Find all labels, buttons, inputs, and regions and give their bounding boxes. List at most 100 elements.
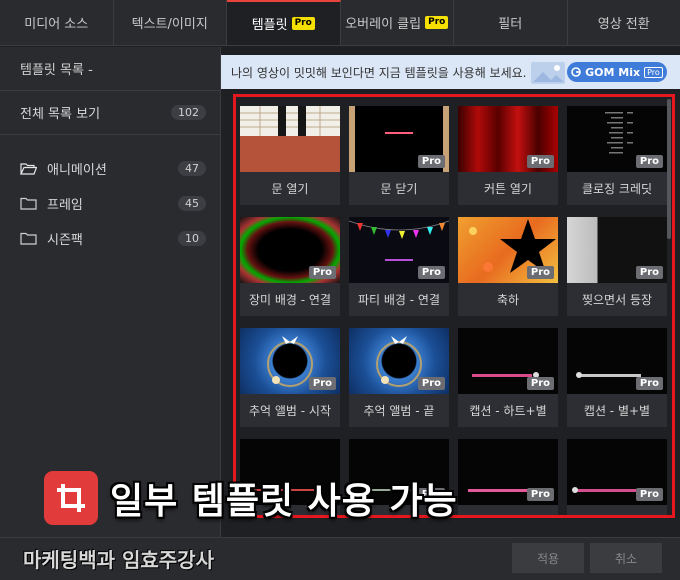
- template-thumbnail: [240, 106, 340, 172]
- template-card[interactable]: Pro 추억 앨범 - 시작: [240, 328, 340, 427]
- watermark-text: 마케팅백과 임효주강사: [23, 548, 214, 572]
- tab-label: 오버레이 클립: [345, 17, 422, 32]
- template-label: 축하: [496, 293, 520, 307]
- template-card[interactable]: Pro 파티 배경 - 연결: [349, 217, 449, 316]
- template-label: 찢으면서 등장: [581, 293, 653, 307]
- banner-text: 나의 영상이 밋밋해 보인다면 지금 템플릿을 사용해 보세요.: [231, 65, 527, 80]
- pro-badge: Pro: [635, 377, 663, 390]
- pro-badge: Pro: [526, 377, 554, 390]
- sidebar-item-label: 애니메이션: [47, 163, 107, 178]
- count-badge: 45: [178, 196, 206, 211]
- sidebar-item-label: 시즌팩: [47, 233, 83, 248]
- template-thumbnail: Pro: [458, 328, 558, 394]
- count-badge: 47: [178, 161, 206, 176]
- pro-badge: Pro: [417, 266, 445, 279]
- banner-button-label: GOM Mix: [585, 65, 641, 79]
- promo-banner[interactable]: 나의 영상이 밋밋해 보인다면 지금 템플릿을 사용해 보세요. GOM Mix…: [221, 55, 680, 89]
- grid-scrollbar[interactable]: [667, 99, 671, 239]
- tab-overlay-clip[interactable]: 오버레이 클립 Pro: [341, 0, 454, 45]
- template-label: 문 닫기: [380, 182, 418, 196]
- door-thumb-art: [240, 106, 340, 172]
- pro-badge: Pro: [308, 377, 336, 390]
- pro-badge: Pro: [635, 488, 663, 501]
- template-label: 추억 앨범 - 시작: [248, 404, 331, 418]
- template-label: 클로징 크레딧: [581, 182, 653, 196]
- template-card[interactable]: Pro 캡션 - 하트 별: [567, 439, 667, 515]
- template-label: 장미 배경 - 연결: [248, 293, 331, 307]
- tab-label: 템플릿: [251, 18, 288, 33]
- template-card[interactable]: Pro 커튼 열기: [458, 106, 558, 205]
- template-thumbnail: Pro: [567, 328, 667, 394]
- template-card[interactable]: Pro 캡션 - 노란 꽃: [458, 439, 558, 515]
- template-card[interactable]: Pro 캡션 - 하트+별: [458, 328, 558, 427]
- template-label: 캡션 - 하트 별: [567, 505, 667, 515]
- apply-button[interactable]: 적용: [512, 543, 584, 573]
- template-label: 문 열기: [271, 182, 309, 196]
- tab-label: 텍스트/이미지: [131, 17, 208, 32]
- template-thumbnail: Pro: [349, 328, 449, 394]
- template-thumbnail: Pro: [567, 217, 667, 283]
- folder-open-icon: [20, 163, 37, 175]
- folder-icon: [20, 232, 37, 245]
- sidebar-item-season-pack[interactable]: 시즌팩 10: [0, 221, 220, 256]
- template-thumbnail: Pro: [567, 106, 667, 172]
- template-label: 캡션 - 노란 꽃: [458, 505, 558, 515]
- template-thumbnail: Pro: [458, 106, 558, 172]
- template-card[interactable]: Pro 축하: [458, 217, 558, 316]
- template-grid: 문 열기 Pro 문 닫기 Pro 커튼 열기 Pro 클로징 크레딧 Pro …: [240, 106, 667, 515]
- pro-badge: Pro: [635, 155, 663, 168]
- pro-badge: Pro: [526, 266, 554, 279]
- pro-badge: Pro: [308, 266, 336, 279]
- tab-transition[interactable]: 영상 전환: [568, 0, 680, 45]
- template-card[interactable]: 문 열기: [240, 106, 340, 205]
- template-thumbnail: Pro: [349, 217, 449, 283]
- sidebar-item-all[interactable]: 전체 목록 보기 102: [0, 91, 220, 135]
- template-thumbnail: Pro: [240, 217, 340, 283]
- tab-bar: 미디어 소스 텍스트/이미지 템플릿 Pro 오버레이 클립 Pro 필터 영상 전…: [0, 0, 680, 46]
- overlay-caption: 일부 템플릿 사용 가능: [44, 470, 458, 526]
- crop-icon: [44, 471, 98, 525]
- sidebar-title: 템플릿 목록 -: [0, 47, 220, 91]
- count-badge: 10: [178, 231, 206, 246]
- template-label: 캡션 - 별+별: [583, 404, 651, 418]
- template-label: 커튼 열기: [484, 182, 532, 196]
- template-card[interactable]: Pro 캡션 - 별+별: [567, 328, 667, 427]
- gom-logo-icon: [571, 67, 581, 77]
- template-grid-highlight: 문 열기 Pro 문 닫기 Pro 커튼 열기 Pro 클로징 크레딧 Pro …: [233, 94, 675, 518]
- tab-label: 미디어 소스: [24, 17, 89, 32]
- template-thumbnail: Pro: [567, 439, 667, 505]
- sidebar-item-label: 프레임: [47, 198, 83, 213]
- tab-template[interactable]: 템플릿 Pro: [227, 0, 341, 45]
- template-card[interactable]: Pro 장미 배경 - 연결: [240, 217, 340, 316]
- folder-icon: [20, 197, 37, 210]
- sidebar-item-animation[interactable]: 애니메이션 47: [0, 151, 220, 186]
- template-label: 추억 앨범 - 끝: [363, 404, 435, 418]
- template-card[interactable]: Pro 문 닫기: [349, 106, 449, 205]
- template-card[interactable]: Pro 찢으면서 등장: [567, 217, 667, 316]
- count-badge: 102: [171, 105, 206, 120]
- pro-badge: Pro: [635, 266, 663, 279]
- pro-badge: Pro: [644, 66, 663, 78]
- gom-mix-pro-button[interactable]: GOM Mix Pro: [567, 62, 667, 82]
- template-thumbnail: Pro: [349, 106, 449, 172]
- pro-badge: Pro: [425, 16, 449, 29]
- template-label: 파티 배경 - 연결: [357, 293, 440, 307]
- template-thumbnail: Pro: [240, 328, 340, 394]
- template-card[interactable]: Pro 추억 앨범 - 끝: [349, 328, 449, 427]
- pro-badge: Pro: [291, 17, 315, 30]
- sidebar-item-label: 전체 목록 보기: [20, 107, 101, 122]
- pro-badge: Pro: [417, 377, 445, 390]
- pro-badge: Pro: [526, 155, 554, 168]
- tab-filter[interactable]: 필터: [454, 0, 568, 45]
- template-label: 캡션 - 하트+별: [469, 404, 547, 418]
- tab-label: 필터: [498, 17, 523, 32]
- tab-text-image[interactable]: 텍스트/이미지: [114, 0, 227, 45]
- sidebar-item-frame[interactable]: 프레임 45: [0, 186, 220, 221]
- pro-badge: Pro: [526, 488, 554, 501]
- cancel-button[interactable]: 취소: [590, 543, 662, 573]
- overlay-caption-text: 일부 템플릿 사용 가능: [110, 481, 458, 522]
- template-thumbnail: Pro: [458, 217, 558, 283]
- tab-media-source[interactable]: 미디어 소스: [0, 0, 114, 45]
- template-card[interactable]: Pro 클로징 크레딧: [567, 106, 667, 205]
- template-sidebar: 템플릿 목록 - 전체 목록 보기 102 애니메이션 47 프레임 45 시즌…: [0, 47, 221, 537]
